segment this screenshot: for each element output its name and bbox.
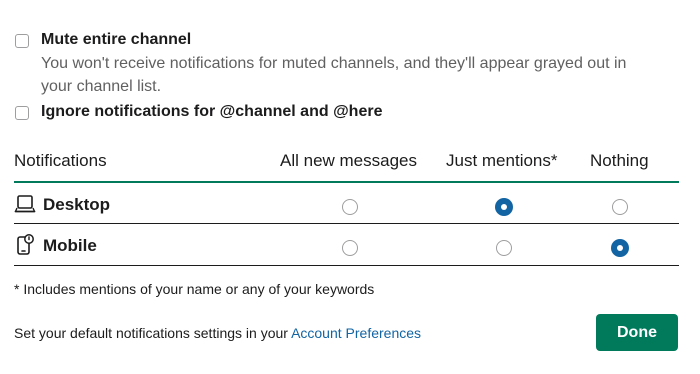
- row-divider: [14, 223, 679, 224]
- mute-channel-checkbox[interactable]: [15, 34, 29, 48]
- mobile-nothing-radio[interactable]: [612, 240, 628, 256]
- mobile-notification-icon: [17, 234, 34, 255]
- header-all-new-messages: All new messages: [280, 151, 418, 170]
- header-nothing: Nothing: [590, 151, 649, 170]
- row-label-mobile: Mobile: [43, 236, 97, 255]
- header-just-mentions: Just mentions*: [446, 151, 558, 170]
- ignore-channel-here-checkbox[interactable]: [15, 106, 29, 120]
- done-button[interactable]: Done: [596, 314, 678, 351]
- header-notifications: Notifications: [14, 151, 107, 170]
- footer-text-prefix: Set your default notifications settings …: [14, 325, 288, 341]
- header-divider: [14, 181, 679, 183]
- mobile-all-radio[interactable]: [342, 240, 358, 256]
- mute-channel-label: Mute entire channel: [41, 31, 192, 48]
- laptop-icon: [14, 195, 36, 213]
- mentions-footnote: * Includes mentions of your name or any …: [14, 281, 375, 297]
- mute-channel-description: You won't receive notifications for mute…: [41, 55, 627, 95]
- account-preferences-link[interactable]: Account Preferences: [291, 325, 421, 341]
- table-bottom-divider: [14, 265, 679, 266]
- desktop-all-radio[interactable]: [342, 199, 358, 215]
- desktop-nothing-radio[interactable]: [612, 199, 628, 215]
- desktop-mentions-radio[interactable]: [496, 199, 512, 215]
- row-label-desktop: Desktop: [43, 195, 111, 214]
- mobile-mentions-radio[interactable]: [496, 240, 512, 256]
- ignore-channel-here-label: Ignore notifications for @channel and @h…: [41, 103, 383, 120]
- footer-text: Set your default notifications settings …: [14, 325, 421, 341]
